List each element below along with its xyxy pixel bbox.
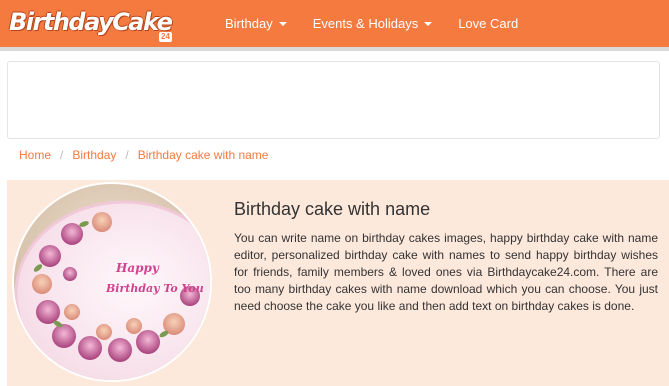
chevron-down-icon <box>278 21 287 26</box>
breadcrumb: Home / Birthday / Birthday cake with nam… <box>19 148 268 162</box>
top-navbar: BirthdayCake 24 Birthday Events & Holida… <box>0 0 669 47</box>
breadcrumb-birthday[interactable]: Birthday <box>72 148 116 162</box>
logo-text: BirthdayCake <box>9 8 173 36</box>
nav-love-card-label: Love Card <box>458 16 519 31</box>
nav-events-holidays-label: Events & Holidays <box>312 16 419 31</box>
chevron-down-icon <box>424 21 433 26</box>
nav-birthday[interactable]: Birthday <box>225 16 287 31</box>
page-title: Birthday cake with name <box>234 199 431 219</box>
nav-birthday-label: Birthday <box>225 16 273 31</box>
article-description: You can write name on birthday cakes ima… <box>234 231 658 313</box>
logo-badge: 24 <box>159 32 172 42</box>
nav-love-card[interactable]: Love Card <box>458 16 518 31</box>
nav-events-holidays[interactable]: Events & Holidays <box>313 16 433 31</box>
cake-image[interactable]: Happy Birthday To You <box>14 184 210 380</box>
cake-text-line1: Happy <box>115 261 160 275</box>
navbar-divider <box>0 47 669 51</box>
breadcrumb-separator: / <box>60 148 64 162</box>
cake-illustration: Happy Birthday To You <box>14 184 210 380</box>
main-nav: Birthday Events & Holidays Love Card <box>225 0 544 47</box>
breadcrumb-separator: / <box>125 148 129 162</box>
ad-placeholder <box>7 61 660 139</box>
cake-text-line2: Birthday To You <box>105 282 204 295</box>
breadcrumb-home[interactable]: Home <box>19 148 51 162</box>
breadcrumb-current[interactable]: Birthday cake with name <box>138 148 269 162</box>
